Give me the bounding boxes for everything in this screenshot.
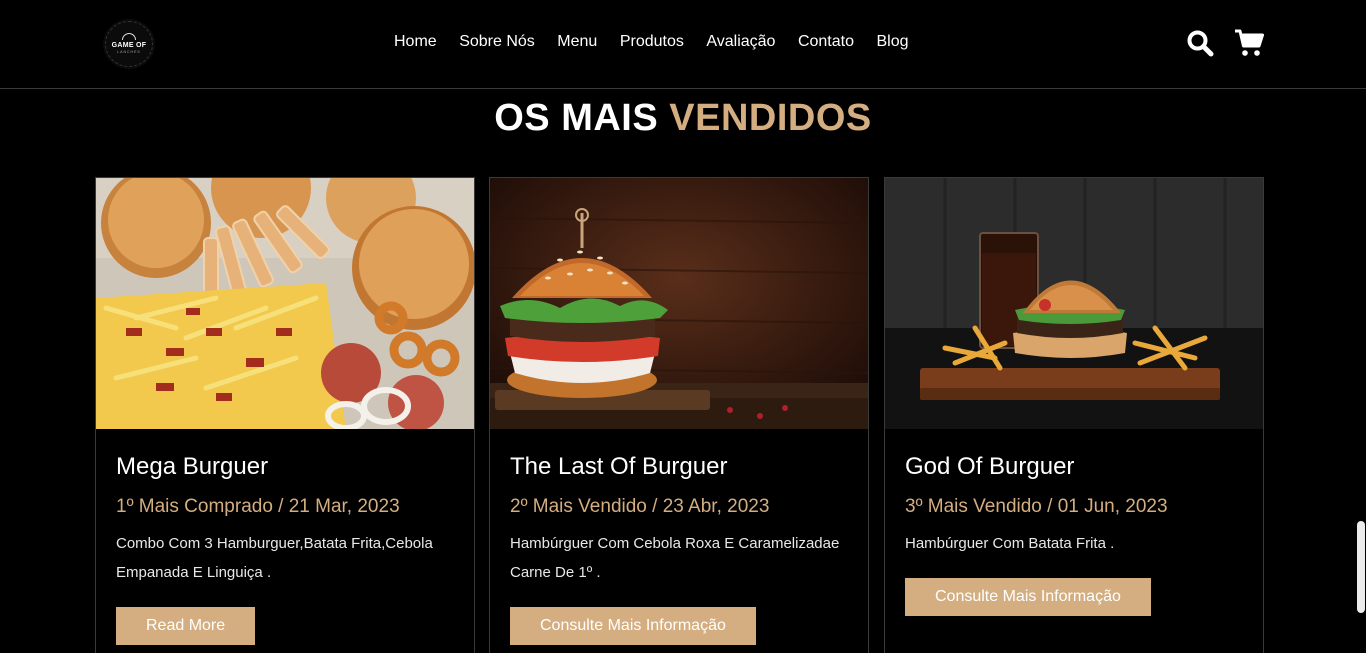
product-description: Combo Com 3 Hamburguer,Batata Frita,Cebo…: [116, 535, 433, 581]
product-description: Hambúrguer Com Batata Frita .: [905, 535, 1115, 552]
search-icon[interactable]: [1186, 29, 1214, 57]
product-description: Hambúrguer Com Cebola Roxa E Caramelizad…: [510, 535, 840, 581]
section-title: OS MAIS VENDIDOS: [0, 96, 1366, 140]
product-title: The Last Of Burguer: [510, 453, 728, 480]
product-meta: 1º Mais Comprado / 21 Mar, 2023: [116, 496, 400, 517]
product-card: God Of Burguer 3º Mais Vendido / 01 Jun,…: [884, 177, 1264, 653]
product-card: Mega Burguer 1º Mais Comprado / 21 Mar, …: [95, 177, 475, 653]
product-card: The Last Of Burguer 2º Mais Vendido / 23…: [489, 177, 869, 653]
nav-blog[interactable]: Blog: [877, 33, 909, 51]
product-image-god-of-burguer: [885, 178, 1263, 429]
product-image-mega-burguer: [96, 178, 474, 429]
section-title-accent: VENDIDOS: [669, 97, 872, 139]
nav-avaliacao[interactable]: Avaliação: [706, 33, 775, 51]
nav-home[interactable]: Home: [394, 33, 437, 51]
nav-contato[interactable]: Contato: [798, 33, 854, 51]
logo-ring: [105, 21, 153, 67]
product-meta: 3º Mais Vendido / 01 Jun, 2023: [905, 496, 1168, 517]
more-info-button[interactable]: Consulte Mais Informação: [905, 578, 1151, 616]
page-scrollbar[interactable]: [1357, 521, 1365, 613]
site-header: GAME OF LANCHES Home Sobre Nós Menu Prod…: [0, 0, 1366, 89]
read-more-button[interactable]: Read More: [116, 607, 256, 645]
product-title: Mega Burguer: [116, 453, 269, 480]
nav-sobre-nos[interactable]: Sobre Nós: [459, 33, 535, 51]
brand-logo[interactable]: GAME OF LANCHES: [103, 19, 155, 69]
product-meta: 2º Mais Vendido / 23 Abr, 2023: [510, 496, 770, 517]
nav-menu[interactable]: Menu: [557, 33, 597, 51]
product-image-the-last-of-burguer: [490, 178, 868, 429]
more-info-button[interactable]: Consulte Mais Informação: [510, 607, 756, 645]
product-title: God Of Burguer: [905, 453, 1075, 480]
main-nav: Home Sobre Nós Menu Produtos Avaliação C…: [394, 30, 909, 54]
section-title-white: OS MAIS: [494, 97, 659, 139]
cart-icon[interactable]: [1234, 29, 1264, 57]
nav-produtos[interactable]: Produtos: [620, 33, 684, 51]
